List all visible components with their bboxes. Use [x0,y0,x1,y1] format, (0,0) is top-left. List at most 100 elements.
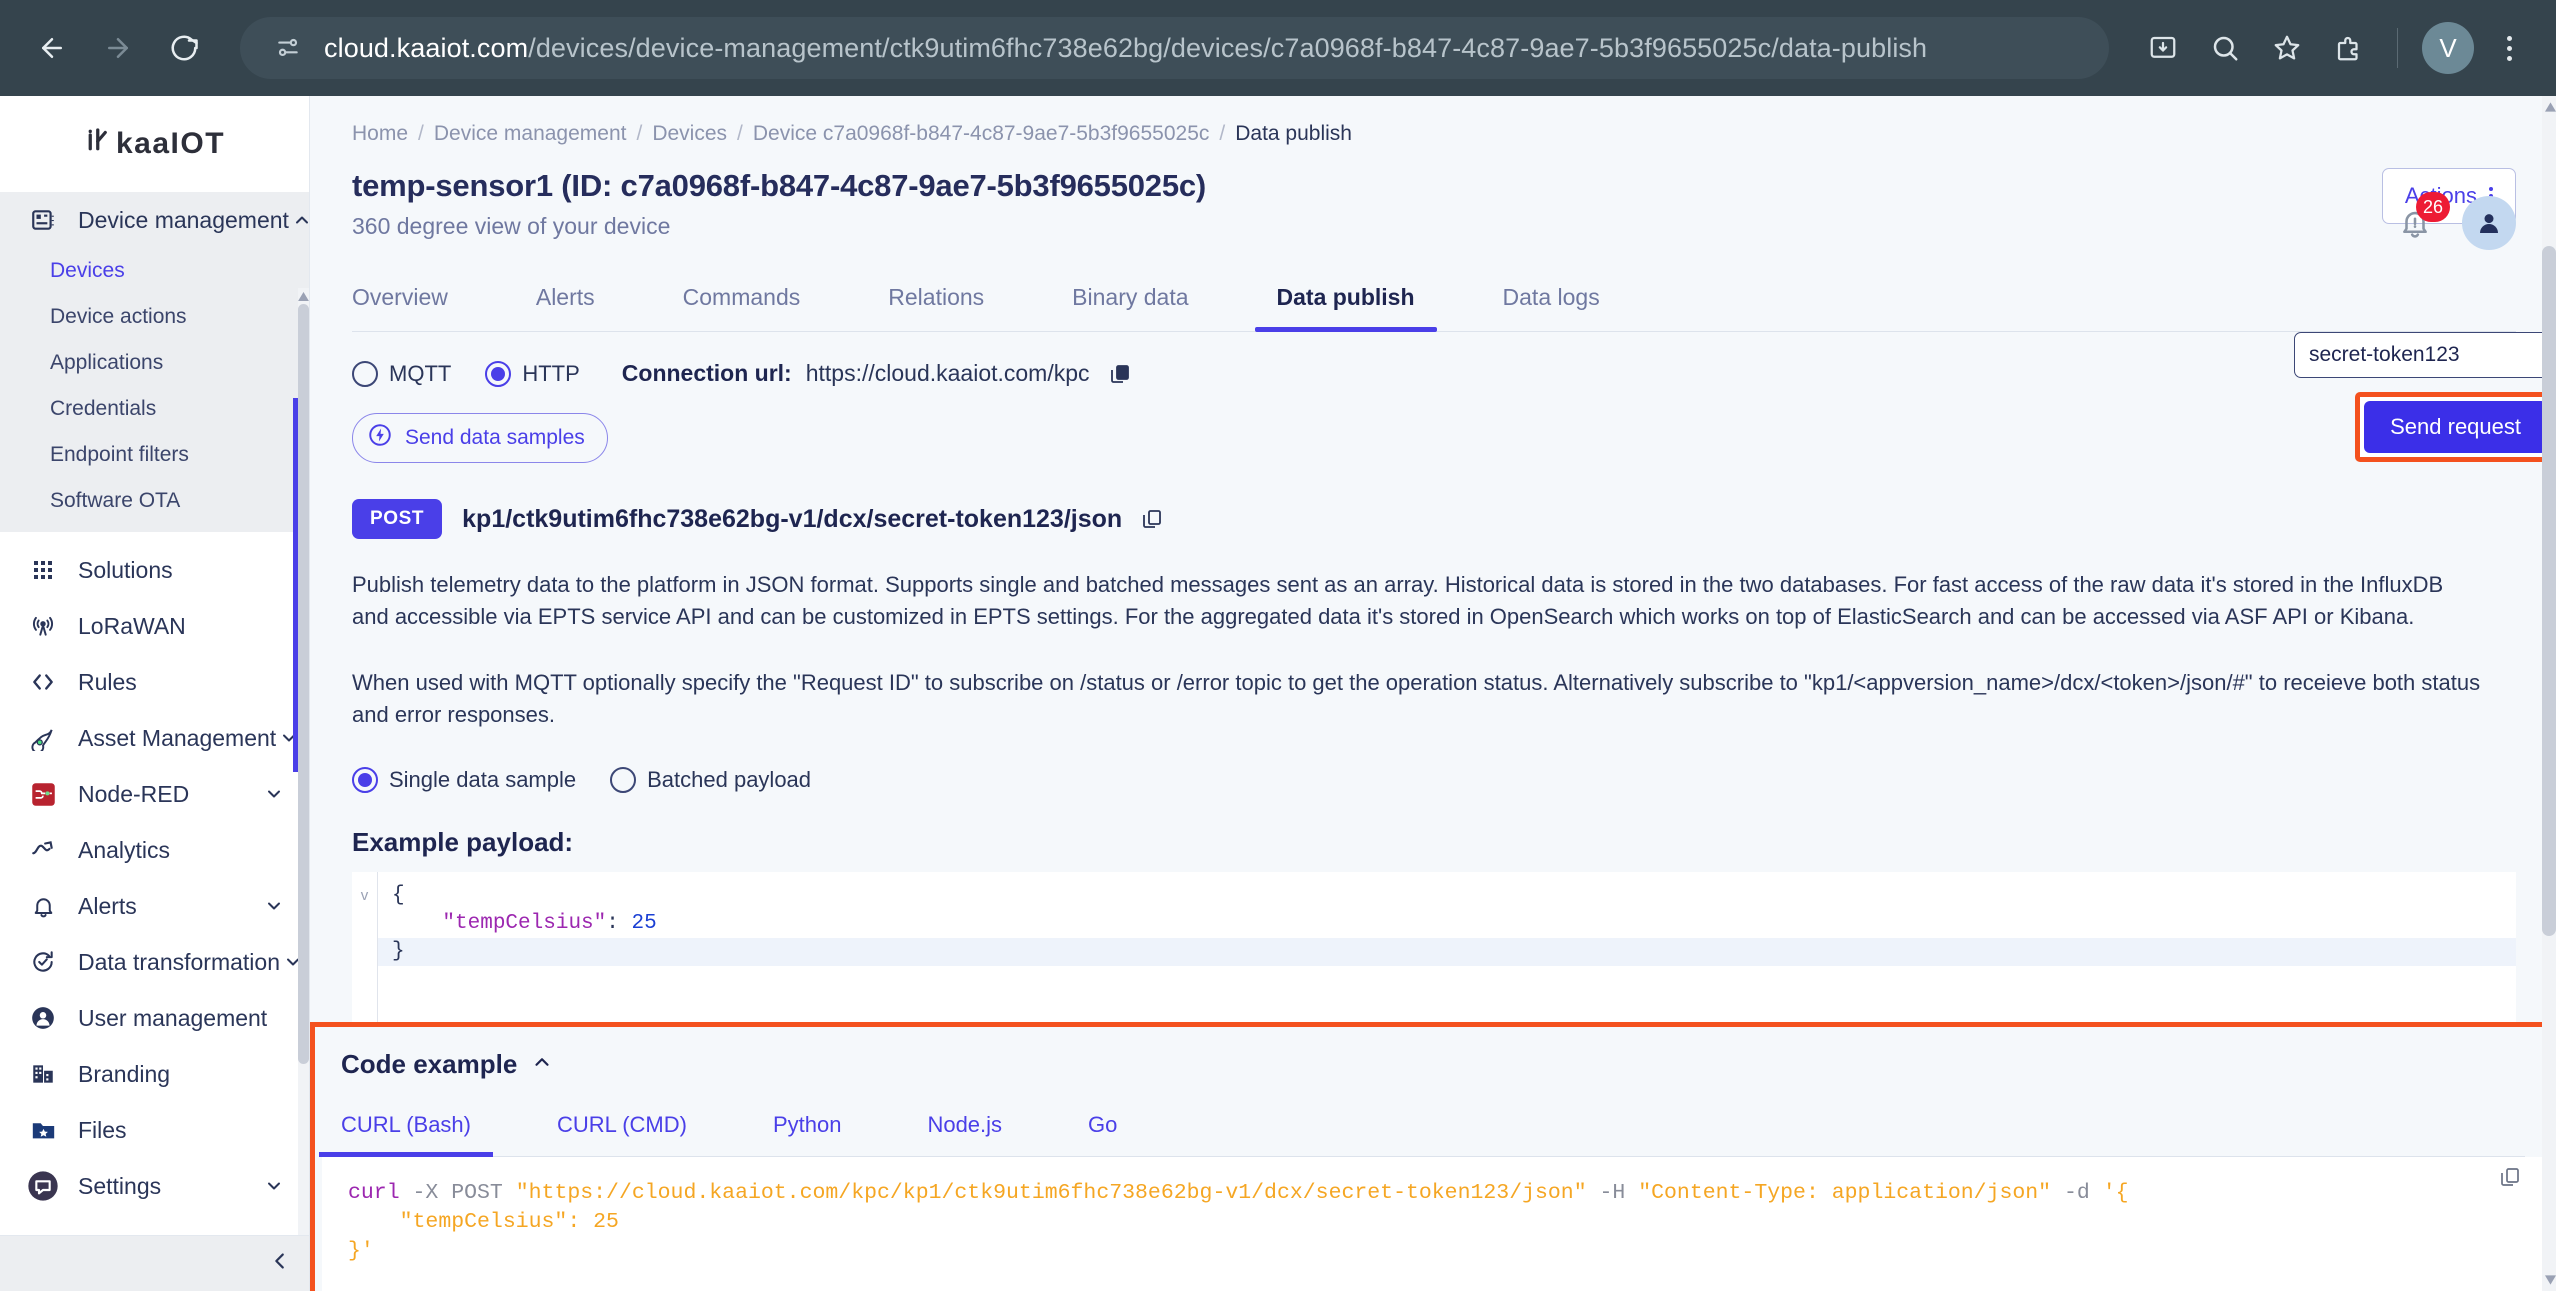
tab-binary-data[interactable]: Binary data [1072,270,1188,331]
device-tabs: Overview Alerts Commands Relations Binar… [352,270,2516,332]
sidebar-item-label: Data transformation [78,948,280,975]
extensions-icon[interactable] [2321,20,2377,76]
sidebar-item-endpoint-filters[interactable]: Endpoint filters [0,432,309,478]
sidebar-item-solutions[interactable]: Solutions [0,542,309,598]
sidebar-item-branding[interactable]: Branding [0,1046,309,1102]
sidebar-item-files[interactable]: Files [0,1102,309,1158]
radio-http-label[interactable]: HTTP [522,361,579,387]
send-request-button[interactable]: Send request [2364,401,2547,453]
radio-batched-payload-label[interactable]: Batched payload [647,767,811,793]
sidebar-scrollbar-thumb[interactable] [298,304,309,1064]
reload-button[interactable] [156,20,212,76]
sidebar-item-software-ota[interactable]: Software OTA [0,478,309,524]
app-logo[interactable]: kaaIOT [0,96,309,192]
sidebar-collapse-bar[interactable] [0,1235,309,1291]
main-scroll-up-arrow[interactable] [2545,102,2556,112]
description-paragraph-2: When used with MQTT optionally specify t… [352,669,2481,727]
sidebar-item-alerts[interactable]: Alerts [0,878,309,934]
sidebar-item-asset-management[interactable]: Asset Management [0,710,309,766]
breadcrumb-devices[interactable]: Devices [652,122,727,146]
breadcrumb-home[interactable]: Home [352,122,408,146]
radio-single-data-sample[interactable] [352,766,378,793]
sidebar-item-user-management[interactable]: User management [0,990,309,1046]
tag-icon [26,721,60,755]
sidebar-item-device-actions[interactable]: Device actions [0,294,309,340]
code-line-2: "tempCelsius": 25 [348,1210,619,1234]
radio-mqtt-label[interactable]: MQTT [389,361,451,387]
logo-mark-icon [84,125,114,163]
payload-line-1: { [378,882,2516,910]
radio-single-data-sample-label[interactable]: Single data sample [389,767,576,793]
http-method-badge: POST [352,499,443,539]
code-body-open: '{ [2102,1181,2129,1205]
code-tab-curl-cmd[interactable]: CURL (CMD) [557,1102,687,1156]
code-line-3: }' [348,1239,374,1263]
chevron-up-icon[interactable] [531,1049,553,1080]
tab-data-logs[interactable]: Data logs [1503,270,1600,331]
breadcrumb-device-id[interactable]: Device c7a0968f-b847-4c87-9ae7-5b3f96550… [753,122,1210,146]
tab-commands[interactable]: Commands [683,270,801,331]
chevron-down-icon[interactable] [261,1176,287,1196]
sidebar-nav: Device management Devices Device actions… [0,192,309,1235]
chevron-down-icon[interactable] [261,896,287,916]
chat-icon [26,1169,60,1203]
main-scroll-down-arrow[interactable] [2545,1275,2556,1285]
tab-relations[interactable]: Relations [888,270,984,331]
forward-button[interactable] [90,20,146,76]
copy-connection-url-icon[interactable] [1108,362,1132,386]
antenna-icon [26,609,60,643]
bookmark-star-icon[interactable] [2259,20,2315,76]
avatar[interactable] [2462,196,2516,250]
code-brackets-icon [26,665,60,699]
code-example-tabs: CURL (Bash) CURL (CMD) Python Node.js Go [319,1102,2525,1157]
collapse-sidebar-icon[interactable] [269,1250,291,1277]
sidebar-item-lorawan[interactable]: LoRaWAN [0,598,309,654]
tab-alerts[interactable]: Alerts [536,270,595,331]
radio-mqtt[interactable] [352,360,378,387]
sidebar-item-settings[interactable]: Settings [0,1158,309,1214]
browser-profile-avatar[interactable]: V [2422,22,2474,74]
address-bar[interactable]: cloud.kaaiot.com/devices/device-manageme… [240,17,2109,79]
install-app-icon[interactable] [2135,20,2191,76]
breadcrumb-device-management[interactable]: Device management [434,122,627,146]
logo-text: kaaIOT [115,127,226,160]
code-tab-python[interactable]: Python [773,1102,842,1156]
sidebar-item-analytics[interactable]: Analytics [0,822,309,878]
radio-batched-payload[interactable] [610,766,637,793]
search-icon[interactable] [2197,20,2253,76]
sidebar-item-device-management[interactable]: Device management [0,192,309,248]
code-tab-go[interactable]: Go [1088,1102,1117,1156]
sidebar-scroll-up-arrow[interactable] [298,292,309,301]
breadcrumb-separator: / [636,122,643,145]
code-tab-curl-bash[interactable]: CURL (Bash) [319,1102,493,1157]
main-scrollbar-thumb[interactable] [2542,246,2556,936]
notifications-button[interactable]: 26 [2388,192,2450,250]
page-subtitle: 360 degree view of your device [352,213,671,239]
sidebar-item-node-red[interactable]: Node-RED [0,766,309,822]
code-command: curl [348,1181,400,1205]
fold-toggle-icon[interactable]: v [352,882,377,910]
example-payload-label: Example payload: [352,826,574,857]
chevron-up-icon[interactable] [289,210,309,230]
copy-code-icon[interactable] [2498,1165,2522,1196]
connection-url-label: Connection url: [621,360,792,386]
sidebar-item-applications[interactable]: Applications [0,340,309,386]
browser-menu-icon[interactable] [2486,20,2532,76]
token-input[interactable] [2294,332,2556,378]
tab-overview[interactable]: Overview [352,270,448,331]
site-settings-icon[interactable] [266,26,310,70]
sidebar-item-devices[interactable]: Devices [0,248,309,294]
code-tab-nodejs[interactable]: Node.js [927,1102,1002,1156]
sidebar-item-credentials[interactable]: Credentials [0,386,309,432]
sidebar-item-rules[interactable]: Rules [0,654,309,710]
refresh-check-icon [26,945,60,979]
tab-data-publish[interactable]: Data publish [1254,270,1437,332]
send-data-samples-button[interactable]: Send data samples [352,413,608,463]
sidebar-active-indicator [293,398,298,772]
back-button[interactable] [24,20,80,76]
sidebar-item-data-transformation[interactable]: Data transformation [0,934,309,990]
copy-endpoint-icon[interactable] [1140,507,1164,531]
chevron-down-icon[interactable] [261,784,287,804]
radio-http[interactable] [485,360,512,387]
code-example-header[interactable]: Code example [315,1027,2551,1080]
